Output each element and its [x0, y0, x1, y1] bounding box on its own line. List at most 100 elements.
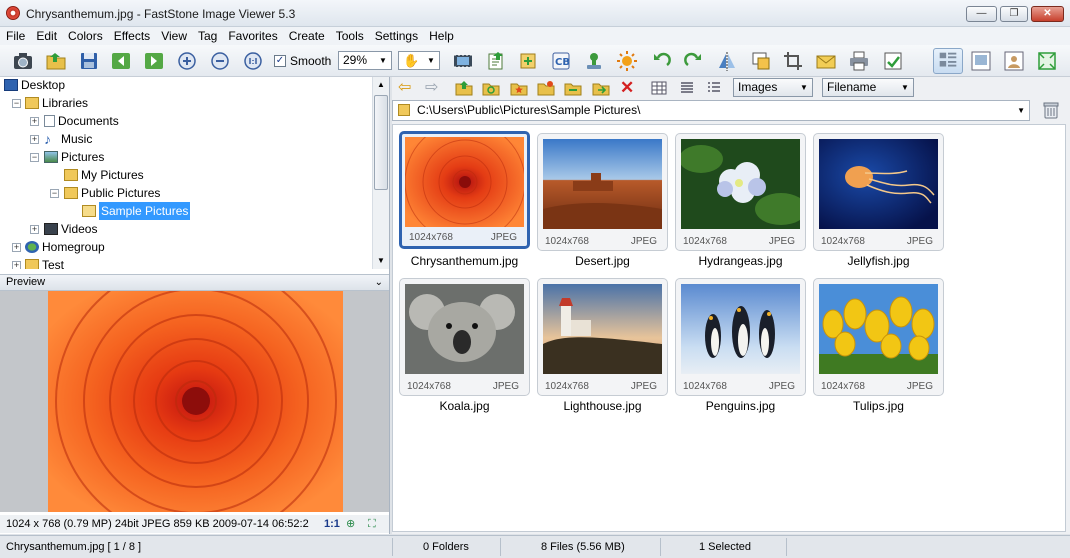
thumbnail-card[interactable]: 1024x768 JPEG	[399, 278, 530, 396]
brightness-icon[interactable]	[616, 50, 638, 72]
expand-icon[interactable]: +	[30, 225, 39, 234]
thumbnail-filename[interactable]: Lighthouse.jpg	[537, 399, 668, 413]
hand-tool-select[interactable]: ✋ ▼	[398, 51, 440, 70]
rotate-right-icon[interactable]	[683, 50, 705, 72]
move-folder-icon[interactable]	[592, 79, 610, 97]
menu-favorites[interactable]: Favorites	[222, 27, 282, 44]
tree-item-music[interactable]: ♪ Music	[44, 130, 92, 148]
thumbnail-view-icon[interactable]	[650, 79, 668, 97]
favorites-icon[interactable]	[510, 79, 528, 97]
slideshow-icon[interactable]	[452, 50, 474, 72]
resize-icon[interactable]	[750, 50, 772, 72]
settings-icon[interactable]	[882, 50, 904, 72]
maximize-button[interactable]: ❐	[1000, 6, 1028, 22]
thumbnail-filename[interactable]: Koala.jpg	[399, 399, 530, 413]
app-icon[interactable]	[6, 6, 20, 20]
copy-folder-icon[interactable]	[564, 79, 582, 97]
thumbnail-filename[interactable]: Chrysanthemum.jpg	[399, 254, 530, 268]
tree-item-pictures[interactable]: Pictures	[44, 148, 104, 166]
expand-icon[interactable]: +	[30, 117, 39, 126]
fullscreen-icon[interactable]	[1036, 50, 1058, 72]
next-icon[interactable]	[143, 50, 165, 72]
view-mode-browser-icon[interactable]	[933, 48, 963, 74]
tree-item-public-pictures[interactable]: Public Pictures	[64, 184, 160, 202]
fullscreen-small-icon[interactable]: ⛶	[368, 515, 376, 533]
refresh-icon[interactable]	[482, 79, 500, 97]
camera-icon[interactable]	[12, 50, 34, 72]
filter-select[interactable]: Images ▼	[733, 78, 813, 97]
collapse-icon[interactable]: −	[12, 99, 21, 108]
path-bar[interactable]: C:\Users\Public\Pictures\Sample Pictures…	[392, 100, 1030, 121]
list-view-icon[interactable]	[678, 79, 696, 97]
menu-create[interactable]: Create	[283, 27, 330, 44]
thumbnail-filename[interactable]: Jellyfish.jpg	[813, 254, 944, 268]
tree-item-my-pictures[interactable]: My Pictures	[64, 166, 144, 184]
collapse-icon[interactable]: −	[50, 189, 59, 198]
view-mode-preview-icon[interactable]	[970, 50, 992, 72]
zoom-out-icon[interactable]	[209, 50, 231, 72]
scroll-down-icon[interactable]: ▼	[377, 256, 385, 265]
folder-tree[interactable]: Desktop − Libraries + Documents + ♪ Music…	[0, 77, 372, 269]
open-folder-icon[interactable]	[45, 50, 67, 72]
view-mode-single-icon[interactable]	[1003, 50, 1025, 72]
copy-to-icon[interactable]	[485, 50, 507, 72]
save-icon[interactable]	[78, 50, 100, 72]
menu-tools[interactable]: Tools	[330, 27, 369, 44]
menu-tag[interactable]: Tag	[192, 27, 222, 44]
menu-settings[interactable]: Settings	[369, 27, 423, 44]
actual-size-icon[interactable]	[242, 50, 264, 72]
thumbnail-filename[interactable]: Hydrangeas.jpg	[675, 254, 806, 268]
expand-icon[interactable]: +	[30, 135, 39, 144]
scroll-up-icon[interactable]: ▲	[377, 80, 385, 89]
email-icon[interactable]	[815, 50, 837, 72]
menu-help[interactable]: Help	[423, 27, 459, 44]
zoom-in-icon[interactable]	[176, 50, 198, 72]
collapse-chevron-icon[interactable]: ⌄	[375, 275, 383, 290]
thumbnail-card[interactable]: 1024x768 JPEG	[813, 278, 944, 396]
tree-item-desktop[interactable]: Desktop	[4, 77, 65, 94]
tree-item-documents[interactable]: Documents	[44, 112, 119, 130]
scroll-thumb[interactable]	[374, 95, 388, 190]
close-button[interactable]: ✕	[1031, 6, 1064, 22]
menu-file[interactable]: File	[0, 27, 30, 44]
thumbnail-card[interactable]: 1024x768 JPEG	[537, 278, 668, 396]
print-icon[interactable]	[848, 50, 870, 72]
tree-item-homegroup[interactable]: Homegroup	[25, 238, 105, 256]
crop-icon[interactable]	[782, 50, 804, 72]
zoom-select[interactable]: 29% ▼	[338, 51, 392, 70]
stamp-icon[interactable]	[583, 50, 605, 72]
thumbnail-card[interactable]: 1024x768 JPEG	[813, 133, 944, 251]
chevron-down-icon[interactable]: ▼	[1017, 101, 1025, 120]
new-favorite-icon[interactable]	[537, 79, 555, 97]
smooth-checkbox[interactable]: ✓	[274, 55, 286, 67]
menu-effects[interactable]: Effects	[108, 27, 155, 44]
actual-size-button[interactable]: 1:1	[322, 515, 340, 533]
thumbnail-card[interactable]: 1024x768 JPEG	[399, 131, 530, 249]
fit-icon[interactable]: ⊕	[346, 515, 355, 533]
up-folder-icon[interactable]	[455, 79, 473, 97]
thumbnail-filename[interactable]: Tulips.jpg	[813, 399, 944, 413]
collapse-icon[interactable]: −	[30, 153, 39, 162]
thumbnail-card[interactable]: 1024x768 JPEG	[675, 133, 806, 251]
previous-icon[interactable]	[110, 50, 132, 72]
thumbnail-card[interactable]: 1024x768 JPEG	[675, 278, 806, 396]
rotate-left-icon[interactable]	[650, 50, 672, 72]
tree-item-sample-pictures[interactable]: Sample Pictures	[82, 202, 191, 220]
minimize-button[interactable]: —	[966, 6, 997, 22]
forward-arrow-icon[interactable]: ⇨	[425, 79, 443, 97]
back-arrow-icon[interactable]: ⇦	[398, 79, 416, 97]
tree-item-videos[interactable]: Videos	[44, 220, 97, 238]
menu-edit[interactable]: Edit	[30, 27, 62, 44]
expand-icon[interactable]: +	[12, 243, 21, 252]
smooth-toggle[interactable]: ✓ Smooth	[274, 54, 331, 68]
batch-convert-icon[interactable]: CB	[550, 50, 572, 72]
expand-icon[interactable]: +	[12, 261, 21, 269]
tree-scrollbar[interactable]: ▲ ▼	[372, 77, 389, 269]
tree-item-test[interactable]: Test	[25, 256, 64, 269]
delete-icon[interactable]: ✕	[620, 79, 638, 97]
move-to-icon[interactable]	[517, 50, 539, 72]
menu-colors[interactable]: Colors	[62, 27, 108, 44]
recycle-bin-icon[interactable]	[1043, 101, 1059, 119]
thumbnail-filename[interactable]: Desert.jpg	[537, 254, 668, 268]
menu-view[interactable]: View	[155, 27, 192, 44]
